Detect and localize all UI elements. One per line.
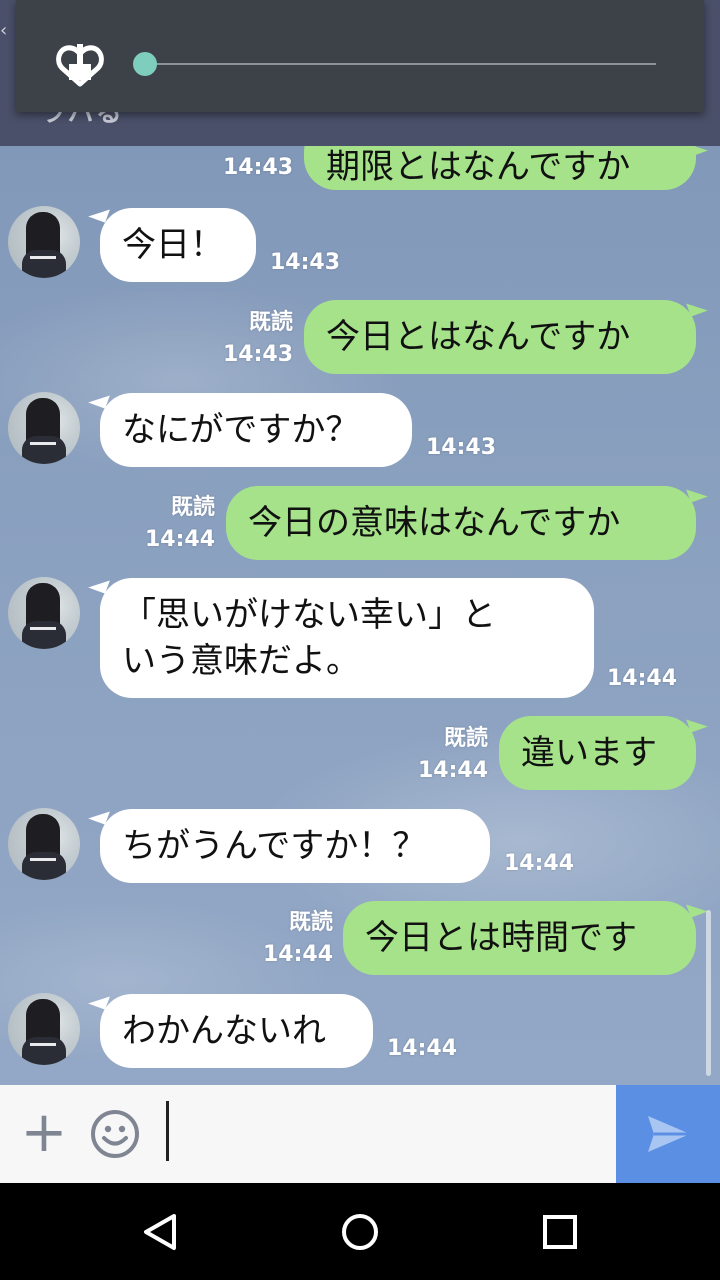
read-receipt: 既読 [248, 310, 293, 335]
message-text: 今日とはなんですか [326, 317, 631, 357]
message-text-line-1: 「思いがけない幸い」と [122, 595, 496, 635]
back-icon[interactable]: ‹ [0, 20, 16, 48]
recents-nav-icon[interactable] [536, 1208, 584, 1256]
message-text: 期限とはなんですか [326, 147, 631, 187]
send-icon [648, 1116, 690, 1152]
avatar[interactable] [8, 993, 80, 1065]
message-bubble-in: 今日！ [100, 208, 256, 282]
read-receipt: 既読 [443, 726, 488, 751]
message-text: なにがですか？ [122, 410, 360, 450]
home-nav-icon[interactable] [336, 1208, 384, 1256]
message-text: わかんないれ [122, 1011, 326, 1051]
message-time: 14:43 [222, 155, 293, 180]
volume-slider-thumb[interactable] [133, 52, 157, 76]
message-time: 14:43 [270, 250, 341, 275]
message-time: 14:44 [387, 1036, 458, 1061]
volume-slider-track[interactable] [144, 63, 656, 65]
plus-icon[interactable]: + [20, 1105, 68, 1161]
message-time: 14:44 [144, 527, 215, 552]
message-bubble-out: 今日の意味はなんですか [226, 486, 696, 560]
text-caret [166, 1101, 169, 1161]
message-text-line-2: いう意味だよ。 [122, 641, 360, 681]
message-bubble-out: 今日とはなんですか [304, 300, 696, 374]
message-bubble-out: 違います [499, 716, 696, 790]
avatar[interactable] [8, 392, 80, 464]
message-bubble-in: ちがうんですか！？ [100, 809, 490, 883]
message-text: 今日の意味はなんですか [248, 503, 621, 543]
read-receipt: 既読 [288, 910, 333, 935]
scrollbar[interactable] [706, 910, 711, 1076]
message-bubble-in: わかんないれ [100, 994, 373, 1068]
message-time: 14:44 [417, 758, 488, 783]
message-input[interactable] [160, 1098, 614, 1170]
avatar[interactable] [8, 206, 80, 278]
alarm-volume-icon [54, 38, 106, 90]
message-text: 今日！ [122, 225, 224, 265]
send-button[interactable] [616, 1085, 720, 1183]
message-text: 今日とは時間です [365, 918, 637, 958]
read-receipt: 既読 [170, 495, 215, 520]
avatar[interactable] [8, 577, 80, 649]
message-time: 14:44 [607, 666, 678, 691]
message-bubble-out: 今日とは時間です [343, 901, 696, 975]
message-text: 違います [521, 733, 657, 773]
avatar[interactable] [8, 808, 80, 880]
message-time: 14:44 [504, 851, 575, 876]
message-bubble-in: なにがですか？ [100, 393, 412, 467]
message-time: 14:43 [222, 342, 293, 367]
message-bubble-in: 「思いがけない幸い」と いう意味だよ。 [100, 578, 594, 698]
message-time: 14:44 [262, 942, 333, 967]
volume-panel [16, 0, 704, 112]
message-text: ちがうんですか！？ [122, 826, 427, 866]
smiley-icon[interactable] [90, 1109, 140, 1159]
message-time: 14:43 [426, 435, 497, 460]
back-nav-icon[interactable] [136, 1208, 184, 1256]
